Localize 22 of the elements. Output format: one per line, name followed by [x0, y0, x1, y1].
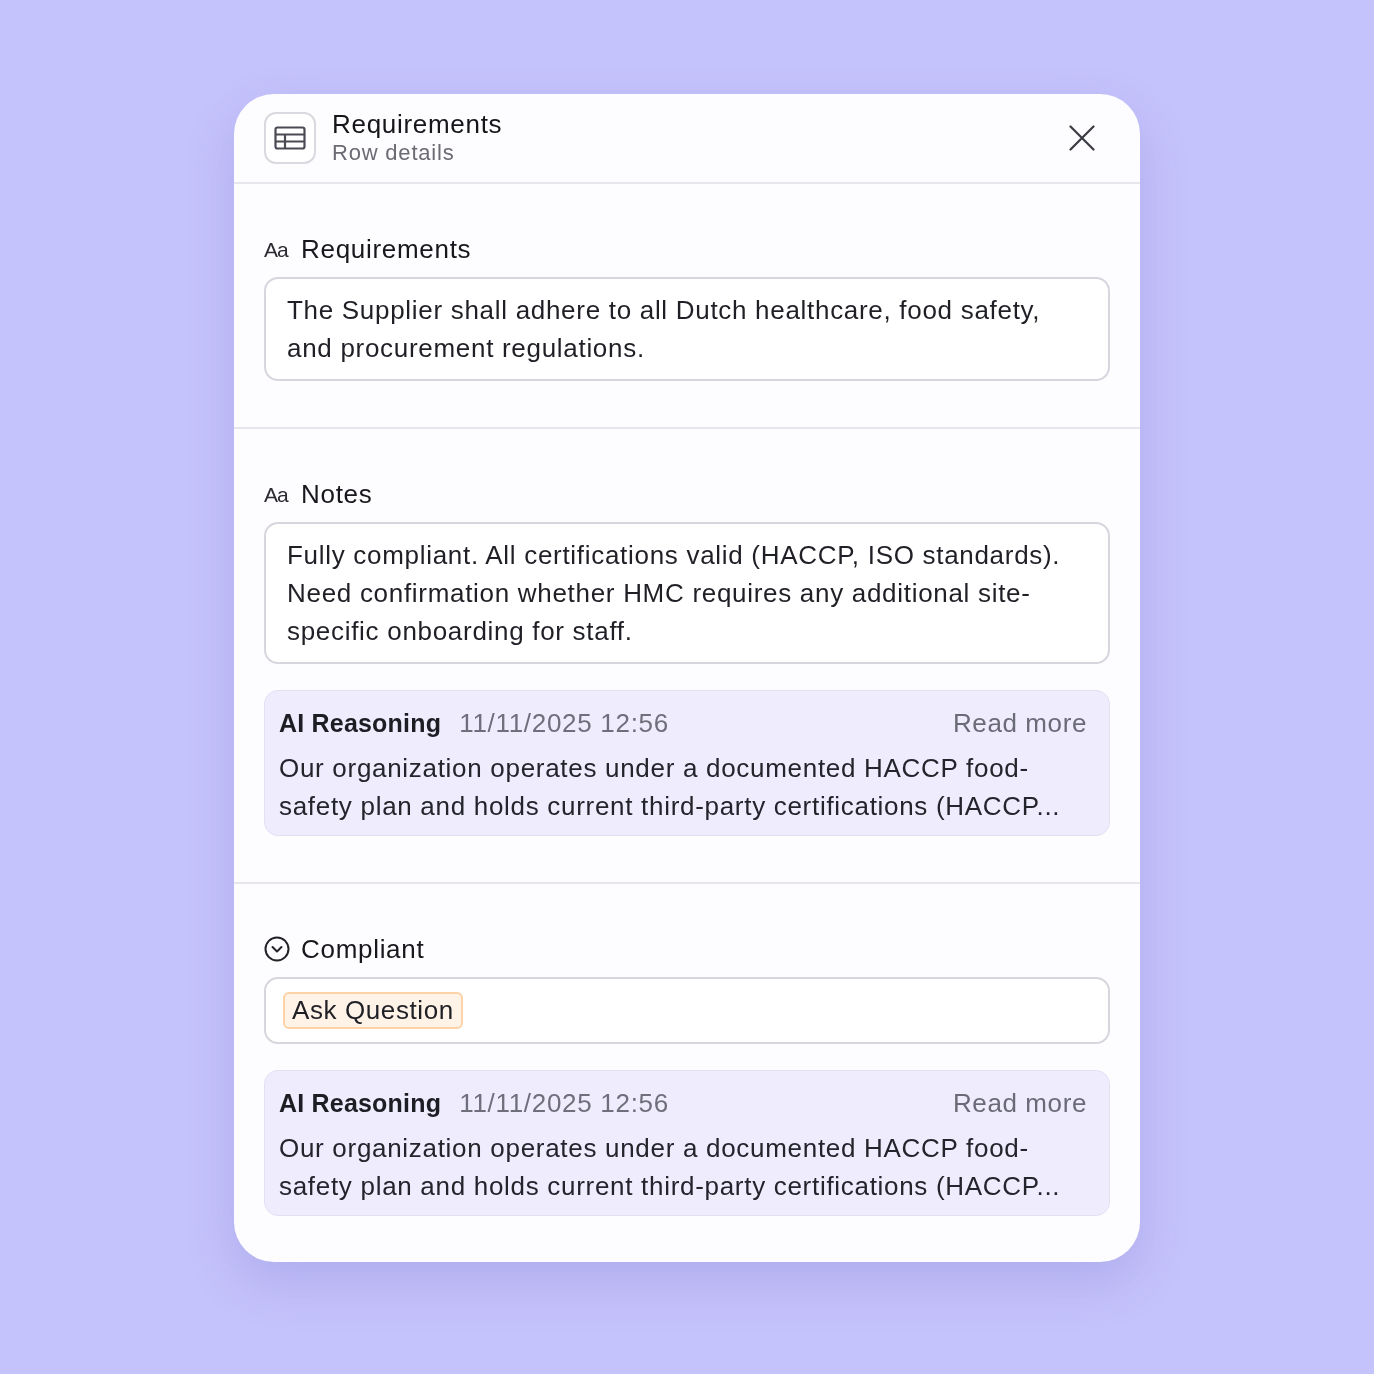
text-field[interactable]: Fully compliant. All certifications valid (HACCP, ISO standards). Need confirmation whether HMC requires any additional site-specific onboarding for staff.	[264, 522, 1110, 664]
table-icon	[264, 112, 316, 164]
panel-subtitle: Row details	[332, 139, 456, 167]
read-more-link[interactable]: Read more	[952, 1085, 1087, 1121]
reasoning-title: AI Reasoning	[279, 1088, 442, 1119]
chevron-circle-icon	[264, 936, 290, 962]
field-label: Compliant	[301, 934, 425, 964]
select-field[interactable]: Ask Question	[264, 977, 1110, 1044]
option-tag: Ask Question	[283, 992, 463, 1029]
reasoning-text: Our organization operates under a documented HACCP food-safety plan and holds current third-party certifications (HACCP...	[279, 1132, 1062, 1203]
field-label: Requirements	[301, 234, 472, 264]
reasoning-text: Our organization operates under a documented HACCP food-safety plan and holds current third-party certifications (HACCP...	[279, 752, 1062, 823]
text-field[interactable]: The Supplier shall adhere to all Dutch healthcare, food safety, and procurement regulations.	[264, 277, 1110, 381]
text-type-icon: Aa	[264, 483, 288, 505]
reasoning-timestamp: 11/11/2025 12:56	[459, 1087, 669, 1120]
close-icon	[1069, 125, 1095, 151]
reasoning-title: AI Reasoning	[279, 708, 442, 739]
text-type-icon: Aa	[264, 238, 288, 260]
read-more-link[interactable]: Read more	[952, 705, 1087, 741]
reasoning-timestamp: 11/11/2025 12:56	[459, 707, 669, 740]
panel-title: Requirements	[332, 109, 503, 139]
field-label: Notes	[301, 479, 373, 509]
